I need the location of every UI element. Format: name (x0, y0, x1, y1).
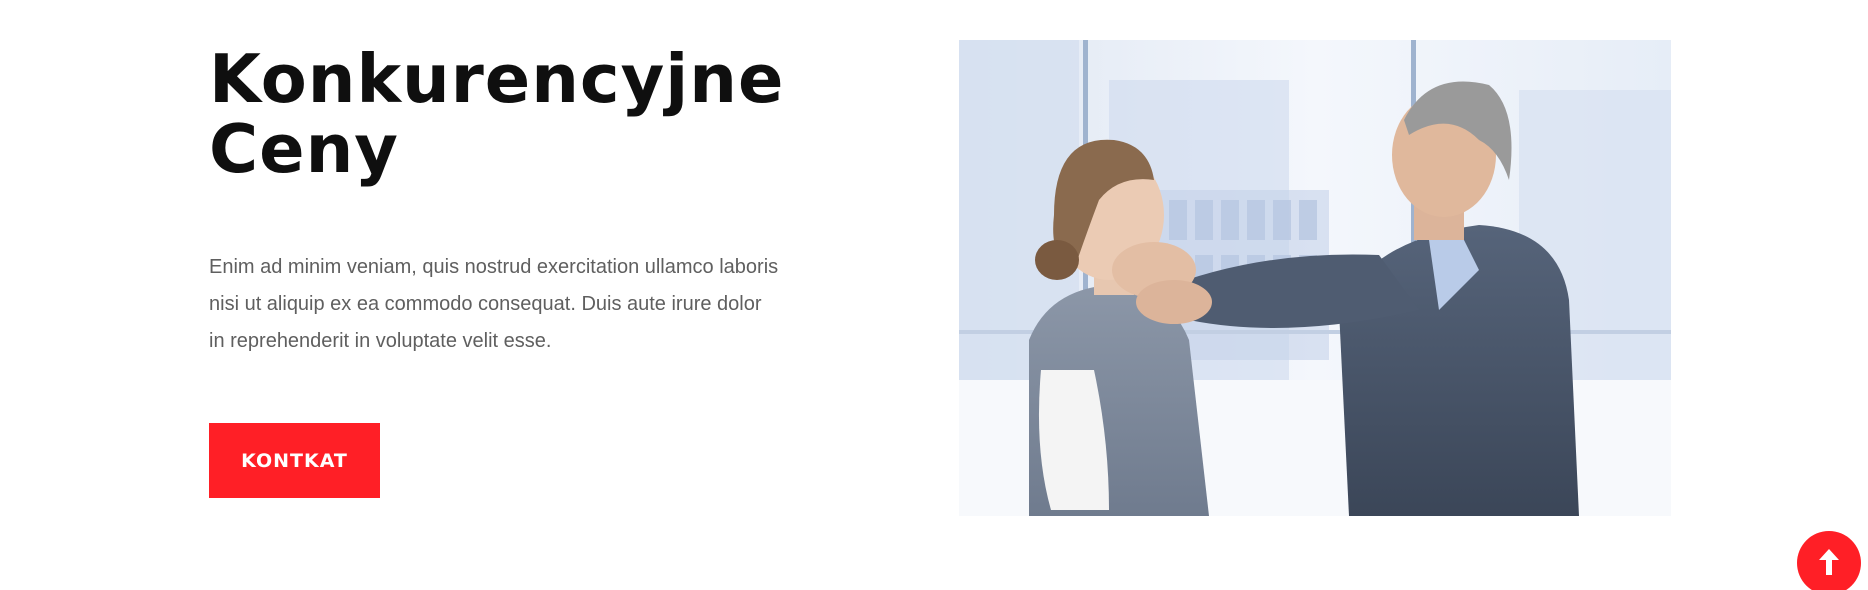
page: Konkurencyjne Ceny Enim ad minim veniam,… (0, 0, 1868, 590)
section-description: Enim ad minim veniam, quis nostrud exerc… (209, 256, 779, 352)
hero-photo (959, 40, 1671, 516)
arrow-up-icon (1819, 549, 1839, 575)
section-title-line2: Ceny (209, 110, 399, 188)
scroll-to-top-button[interactable] (1797, 531, 1861, 590)
section-title: Konkurencyjne Ceny (209, 40, 785, 188)
contact-button[interactable]: KONTKAT (209, 423, 380, 498)
section-title-line1: Konkurencyjne (209, 40, 785, 118)
